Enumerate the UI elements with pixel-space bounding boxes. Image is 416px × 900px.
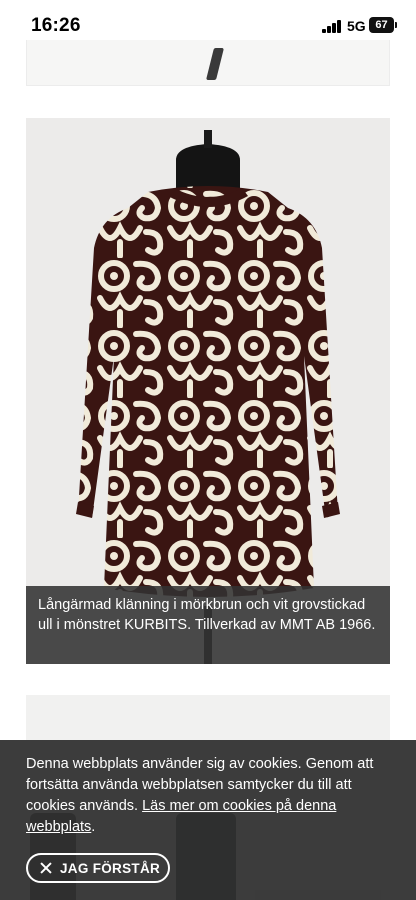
cellular-signal-icon <box>322 20 342 33</box>
accept-button-label: JAG FÖRSTÅR <box>60 860 161 876</box>
network-type: 5G <box>347 18 366 34</box>
cookie-link-suffix: . <box>91 819 96 835</box>
status-time: 16:26 <box>31 15 81 36</box>
cookie-banner: Denna webbplats använder sig av cookies.… <box>0 740 416 900</box>
gallery-item-previous[interactable] <box>26 40 390 86</box>
cookie-message: Denna webbplats använder sig av cookies.… <box>26 754 390 838</box>
battery-icon: 67 <box>369 17 394 33</box>
caption-text: Långärmad klänning i mörkbrun och vit gr… <box>38 597 376 633</box>
accept-cookies-button[interactable]: JAG FÖRSTÅR <box>26 853 170 883</box>
gallery-item[interactable]: Långärmad klänning i mörkbrun och vit gr… <box>26 118 390 664</box>
close-icon <box>40 862 52 874</box>
battery-tip <box>395 22 397 28</box>
image-caption: Långärmad klänning i mörkbrun och vit gr… <box>26 586 390 664</box>
mannequin-stand-image <box>206 48 224 80</box>
dress-photo <box>26 118 390 664</box>
